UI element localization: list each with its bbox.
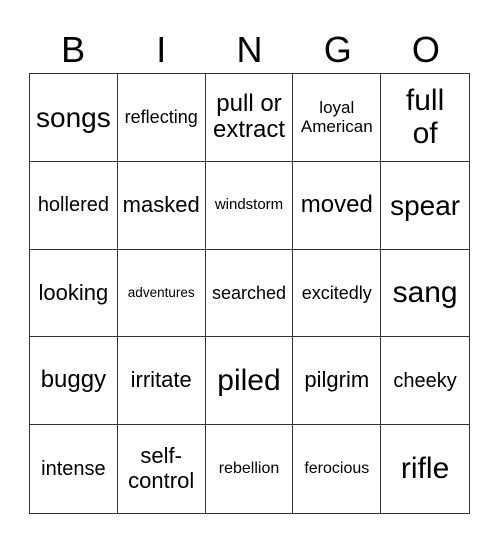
- bingo-cell[interactable]: piled: [205, 337, 294, 426]
- bingo-cell[interactable]: excitedly: [293, 249, 382, 338]
- bingo-cell[interactable]: masked: [117, 161, 206, 250]
- bingo-cell[interactable]: cheeky: [381, 337, 469, 426]
- bingo-header: B I N G O: [29, 28, 470, 72]
- bingo-cell[interactable]: ferocious: [293, 425, 382, 513]
- header-letter-i: I: [156, 29, 167, 70]
- bingo-cell[interactable]: loyal American: [293, 74, 382, 162]
- header-letter-g: G: [323, 29, 352, 70]
- bingo-cell[interactable]: full of: [381, 74, 469, 162]
- header-letter-n: N: [236, 29, 263, 70]
- bingo-cell[interactable]: pull or extract: [205, 74, 294, 162]
- bingo-cell[interactable]: searched: [205, 249, 294, 338]
- bingo-grid: songs reflecting pull or extract loyal A…: [29, 73, 470, 514]
- bingo-cell[interactable]: sang: [381, 250, 469, 338]
- bingo-cell[interactable]: adventures: [117, 249, 206, 338]
- bingo-cell[interactable]: rebellion: [206, 425, 294, 513]
- bingo-cell[interactable]: rifle: [381, 425, 469, 513]
- bingo-cell[interactable]: windstorm: [205, 161, 294, 250]
- bingo-cell[interactable]: reflecting: [117, 74, 206, 162]
- bingo-cell[interactable]: self- control: [118, 425, 206, 513]
- bingo-cell[interactable]: intense: [30, 425, 118, 513]
- bingo-cell[interactable]: irritate: [117, 337, 206, 426]
- bingo-cell[interactable]: spear: [381, 162, 469, 250]
- bingo-cell[interactable]: hollered: [30, 161, 118, 250]
- bingo-cell[interactable]: songs: [30, 74, 118, 162]
- header-letter-b: B: [61, 29, 86, 70]
- bingo-cell[interactable]: moved: [293, 161, 382, 250]
- header-letter-o: O: [411, 29, 440, 70]
- bingo-cell[interactable]: buggy: [30, 337, 118, 426]
- bingo-cell[interactable]: pilgrim: [293, 337, 382, 426]
- bingo-cell[interactable]: looking: [30, 249, 118, 338]
